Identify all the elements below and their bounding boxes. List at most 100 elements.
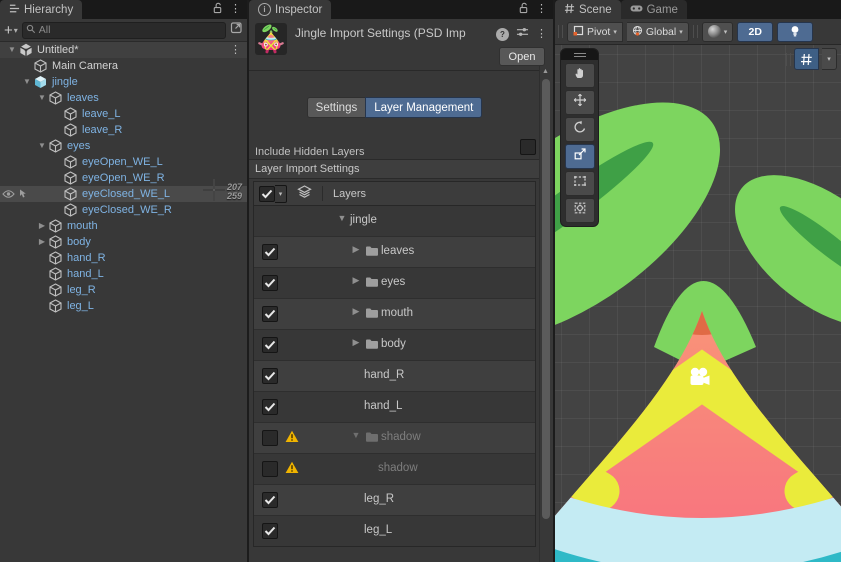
presets-icon[interactable] xyxy=(516,25,529,43)
hierarchy-item-leg_L[interactable]: leg_L xyxy=(0,298,247,314)
2d-mode-toggle[interactable]: 2D xyxy=(737,22,773,42)
expand-arrow-icon[interactable]: ▶ xyxy=(36,218,48,234)
scrollbar-thumb[interactable] xyxy=(542,79,550,519)
hierarchy-item-leave_L[interactable]: leave_L xyxy=(0,106,247,122)
scale-tool-button[interactable] xyxy=(565,144,595,169)
layer-checkbox[interactable] xyxy=(262,461,278,477)
toolbar-drag-handle[interactable] xyxy=(693,25,698,38)
hierarchy-item-eyes[interactable]: ▼eyes xyxy=(0,138,247,154)
tab-inspector[interactable]: i Inspector xyxy=(249,0,331,19)
hierarchy-item-leave_R[interactable]: leave_R xyxy=(0,122,247,138)
include-hidden-layers-checkbox[interactable] xyxy=(520,139,536,155)
layer-row-mouth[interactable]: ▶mouth xyxy=(254,299,535,330)
layer-checkbox[interactable] xyxy=(262,523,278,539)
global-mode-dropdown[interactable]: Global ▾ xyxy=(627,22,689,42)
help-icon[interactable]: ? xyxy=(496,28,509,41)
expand-arrow-icon[interactable]: ▶ xyxy=(36,234,48,250)
layer-row-shadow[interactable]: ▼shadow xyxy=(254,423,535,454)
open-search-window-icon[interactable] xyxy=(230,21,243,39)
layer-checkbox[interactable] xyxy=(262,399,278,415)
expand-arrow-icon[interactable]: ▶ xyxy=(350,306,362,317)
hierarchy-item-Main Camera[interactable]: Main Camera xyxy=(0,58,247,74)
add-object-button[interactable]: + ▾ xyxy=(4,22,18,39)
layer-checkbox[interactable] xyxy=(262,430,278,446)
pickability-hand-icon[interactable] xyxy=(17,188,30,200)
layer-checkbox[interactable] xyxy=(262,337,278,353)
collapse-arrow-icon[interactable]: ▼ xyxy=(336,213,348,223)
hierarchy-item-eyeOpen_WE_R[interactable]: eyeOpen_WE_R xyxy=(0,170,247,186)
layer-checkbox[interactable] xyxy=(262,306,278,322)
scene-options-kebab-icon[interactable]: ⋮ xyxy=(230,42,241,58)
layer-checkbox[interactable] xyxy=(262,368,278,384)
hierarchy-item-hand_R[interactable]: hand_R xyxy=(0,250,247,266)
tab-scene[interactable]: Scene xyxy=(555,0,621,19)
transform-tool-button[interactable] xyxy=(565,198,595,223)
tab-hierarchy[interactable]: Hierarchy xyxy=(0,0,82,19)
view-tool-button[interactable] xyxy=(565,63,595,88)
prefab-cube-icon xyxy=(34,75,48,89)
overlay-drag-handle-icon[interactable] xyxy=(561,49,598,60)
layer-row-leg_R[interactable]: leg_R xyxy=(254,485,535,516)
layer-checkbox[interactable] xyxy=(262,492,278,508)
collapse-arrow-icon[interactable]: ▼ xyxy=(21,74,33,90)
hierarchy-item-body[interactable]: ▶body xyxy=(0,234,247,250)
layer-checkbox[interactable] xyxy=(262,275,278,291)
layer-row-leaves[interactable]: ▶leaves xyxy=(254,237,535,268)
move-tool-button[interactable] xyxy=(565,90,595,115)
expand-arrow-icon[interactable]: ▶ xyxy=(350,337,362,348)
hierarchy-item-leg_R[interactable]: leg_R xyxy=(0,282,247,298)
camera-gizmo-icon[interactable] xyxy=(687,367,713,387)
visibility-eye-icon[interactable] xyxy=(2,188,15,200)
collapse-arrow-icon[interactable]: ▼ xyxy=(350,430,362,440)
lock-icon[interactable] xyxy=(518,1,529,19)
layer-row-body[interactable]: ▶body xyxy=(254,330,535,361)
select-all-checkbox[interactable] xyxy=(259,186,275,202)
tab-layer-management[interactable]: Layer Management xyxy=(365,97,482,118)
layer-row-hand_L[interactable]: hand_L xyxy=(254,392,535,423)
tab-game[interactable]: Game xyxy=(621,0,687,19)
hierarchy-search-input[interactable]: All xyxy=(22,22,226,39)
collapse-arrow-icon[interactable]: ▼ xyxy=(6,42,18,58)
hierarchy-item-leaves[interactable]: ▼ leaves xyxy=(0,90,247,106)
hierarchy-item-eyeClosed_WE_L[interactable]: eyeClosed_WE_L xyxy=(0,186,247,202)
hierarchy-item-eyeClosed_WE_R[interactable]: eyeClosed_WE_R xyxy=(0,202,247,218)
scene-lighting-toggle[interactable] xyxy=(777,22,813,42)
inspector-menu-kebab-icon[interactable]: ⋮ xyxy=(536,4,547,15)
jingle-character[interactable] xyxy=(562,101,841,401)
scene-viewport[interactable]: ▾ xyxy=(555,45,841,562)
layer-checkbox[interactable] xyxy=(262,244,278,260)
layer-row-shadow[interactable]: shadow xyxy=(254,454,535,485)
open-button[interactable]: Open xyxy=(499,47,545,66)
collapse-arrow-icon[interactable]: ▼ xyxy=(36,138,48,154)
select-all-dropdown-icon[interactable]: ▾ xyxy=(275,185,287,203)
expand-arrow-icon[interactable]: ▶ xyxy=(350,275,362,286)
grid-options-dropdown-icon[interactable]: ▾ xyxy=(822,48,837,70)
shading-mode-dropdown[interactable]: ▾ xyxy=(702,22,734,42)
hierarchy-item-Untitled*[interactable]: ▼Untitled*⋮ xyxy=(0,42,247,58)
hierarchy-menu-kebab-icon[interactable]: ⋮ xyxy=(230,4,241,15)
hierarchy-item-eyeOpen_WE_L[interactable]: eyeOpen_WE_L xyxy=(0,154,247,170)
scroll-up-arrow-icon[interactable]: ▲ xyxy=(542,68,549,75)
expand-arrow-icon[interactable]: ▶ xyxy=(350,244,362,255)
hierarchy-item-hand_L[interactable]: hand_L xyxy=(0,266,247,282)
transform-tool-icon xyxy=(573,201,587,220)
inspector-scrollbar[interactable]: ▲ xyxy=(539,66,553,562)
tab-settings[interactable]: Settings xyxy=(307,97,366,118)
rect-tool-button[interactable] xyxy=(565,171,595,196)
layer-row-eyes[interactable]: ▶eyes xyxy=(254,268,535,299)
layer-row-jingle[interactable]: ▼jingle xyxy=(254,206,535,237)
toolbar-drag-handle[interactable] xyxy=(558,25,563,38)
asset-kebab-icon[interactable]: ⋮ xyxy=(536,29,547,40)
layer-row-leg_L[interactable]: leg_L xyxy=(254,516,535,546)
lock-icon[interactable] xyxy=(212,1,223,19)
hierarchy-item-jingle[interactable]: ▼jingle xyxy=(0,74,247,90)
collapse-arrow-icon[interactable]: ▼ xyxy=(36,90,48,106)
hierarchy-item-mouth[interactable]: ▶mouth xyxy=(0,218,247,234)
grid-visibility-button[interactable] xyxy=(794,48,819,70)
overlay-drag-handle[interactable] xyxy=(786,53,791,66)
layer-row-hand_R[interactable]: hand_R xyxy=(254,361,535,392)
rotate-tool-button[interactable] xyxy=(565,117,595,142)
pivot-mode-dropdown[interactable]: Pivot ▾ xyxy=(567,22,623,42)
cube-icon xyxy=(64,187,78,201)
hierarchy-item-label: leaves xyxy=(67,90,99,106)
